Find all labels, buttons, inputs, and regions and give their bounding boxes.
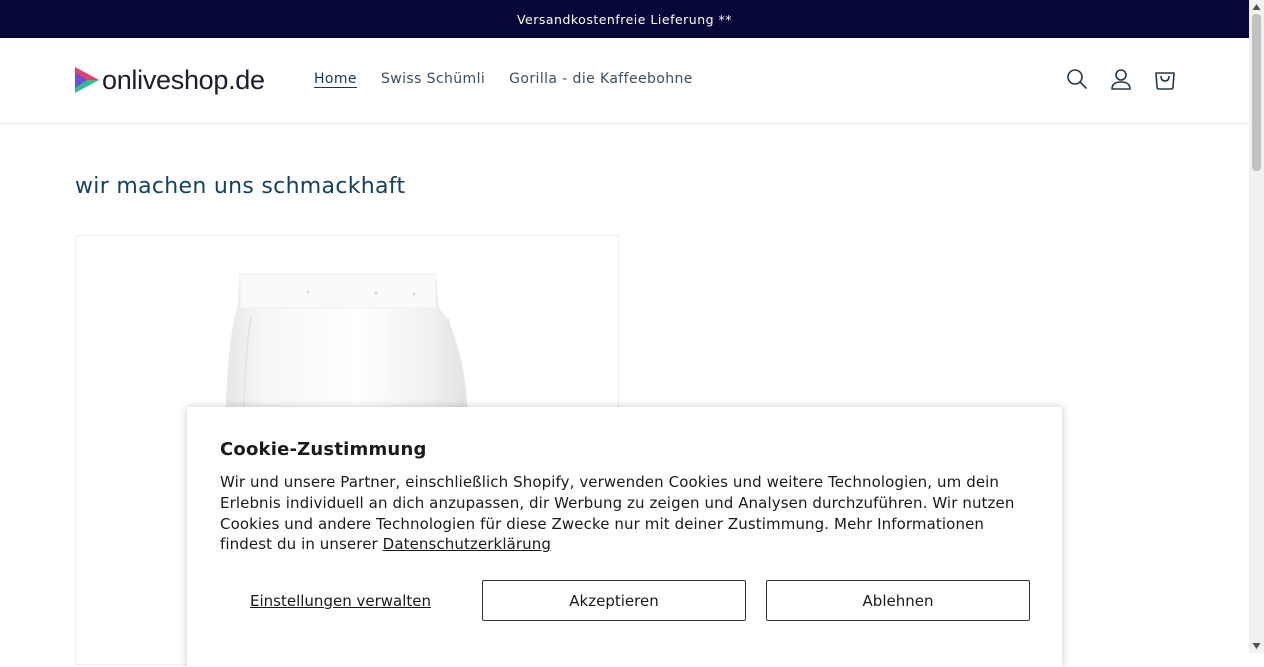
page-heading: wir machen uns schmackhaft (75, 174, 406, 199)
manage-settings-link[interactable]: Einstellungen verwalten (220, 580, 461, 621)
main-nav: Home Swiss Schümli Gorilla - die Kaffeeb… (314, 71, 717, 87)
announcement-bar: Versandkostenfreie Lieferung ** (0, 0, 1249, 38)
cookie-description: Wir und unsere Partner, einschließlich S… (220, 472, 1035, 555)
logo[interactable]: onliveshop.de (75, 66, 265, 94)
search-icon[interactable] (1066, 68, 1088, 90)
scroll-thumb[interactable] (1252, 14, 1261, 171)
cookie-title: Cookie-Zustimmung (220, 439, 427, 460)
cart-icon[interactable] (1154, 68, 1176, 90)
scroll-up-icon[interactable] (1252, 3, 1261, 11)
logo-text: onliveshop.de (102, 65, 265, 95)
announcement-text: Versandkostenfreie Lieferung ** (516, 11, 733, 27)
site-header: onliveshop.de Home Swiss Schümli Gorilla… (0, 38, 1249, 124)
privacy-policy-link[interactable]: Datenschutzerklärung (383, 535, 551, 553)
nav-home[interactable]: Home (314, 71, 357, 87)
nav-gorilla[interactable]: Gorilla - die Kaffeebohne (509, 71, 693, 87)
cookie-text: Wir und unsere Partner, einschließlich S… (220, 473, 1015, 554)
nav-swiss-schuemli[interactable]: Swiss Schümli (381, 71, 485, 87)
cookie-consent-dialog: Cookie-Zustimmung Wir und unsere Partner… (187, 407, 1062, 667)
accept-button[interactable]: Akzeptieren (482, 580, 746, 621)
scroll-down-icon[interactable] (1252, 642, 1261, 650)
decline-button[interactable]: Ablehnen (766, 580, 1030, 621)
logo-mark-icon (75, 67, 99, 93)
vertical-scrollbar[interactable] (1249, 0, 1264, 653)
account-icon[interactable] (1110, 68, 1132, 90)
